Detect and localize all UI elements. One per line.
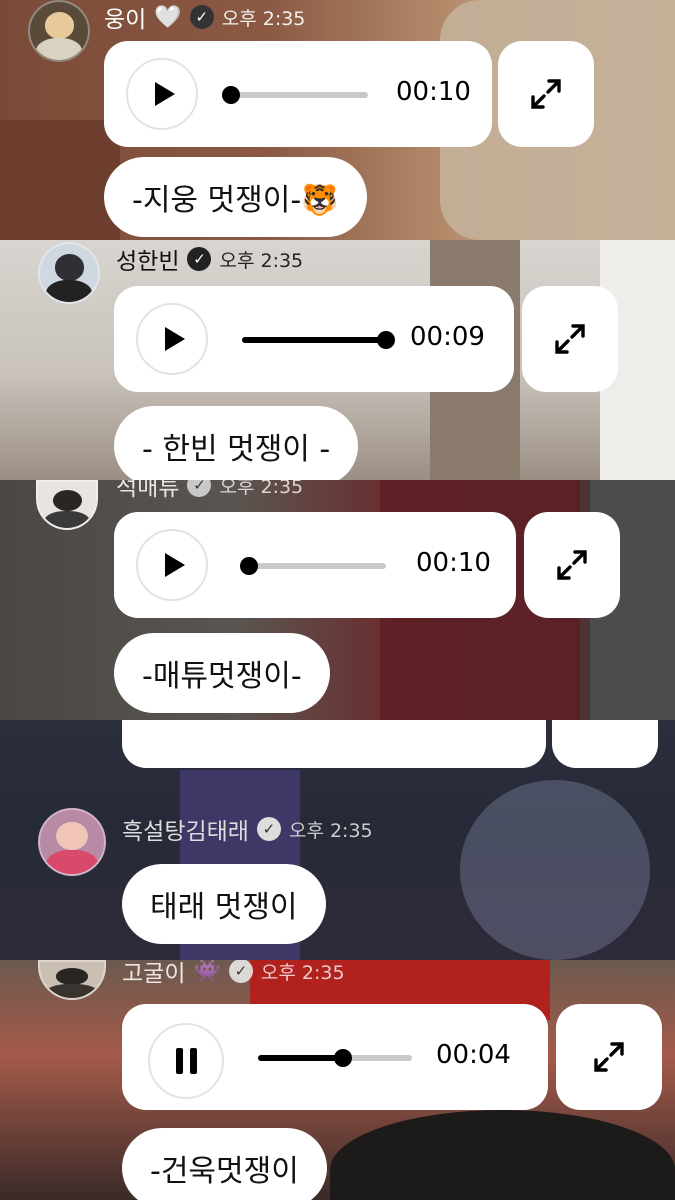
play-button[interactable]	[126, 58, 198, 130]
progress-knob[interactable]	[333, 1049, 352, 1067]
expand-button[interactable]	[522, 286, 618, 392]
expand-icon	[555, 324, 585, 354]
username[interactable]: 성한빈	[116, 242, 179, 276]
timestamp: 오후 2:35	[219, 249, 304, 272]
photo-background	[0, 120, 120, 240]
message-panel-4: 흑설탕김태래 ✓ 오후 2:35 태래 멋쟁이	[0, 720, 675, 960]
avatar[interactable]	[36, 480, 98, 530]
play-icon	[155, 82, 175, 106]
message-panel-2: 성한빈 ✓ 오후 2:35 00:09 - 한빈 멋쟁이 -	[0, 240, 675, 480]
duration: 00:04	[436, 1040, 511, 1070]
expand-icon	[557, 550, 587, 580]
avatar[interactable]	[38, 242, 100, 304]
verified-badge-icon: ✓	[187, 247, 212, 271]
play-icon	[165, 553, 185, 577]
voice-message-player[interactable]: 00:09	[114, 286, 514, 392]
expand-button[interactable]	[552, 720, 658, 768]
progress-track[interactable]	[222, 86, 368, 104]
voice-message-player[interactable]: 00:10	[104, 41, 492, 147]
photo-background	[460, 780, 650, 960]
message-header: 성한빈 ✓ 오후 2:35	[116, 242, 303, 276]
caption-bubble: -지웅 멋쟁이-🐯	[104, 157, 367, 237]
username[interactable]: 석매튜	[116, 480, 179, 502]
pause-icon	[175, 1048, 197, 1074]
expand-button[interactable]	[524, 512, 620, 618]
timestamp: 오후 2:35	[260, 961, 345, 984]
play-button[interactable]	[136, 303, 208, 375]
play-button[interactable]	[136, 529, 208, 601]
expand-button[interactable]	[498, 41, 594, 147]
progress-track[interactable]	[242, 331, 395, 349]
duration: 00:09	[410, 322, 485, 352]
play-icon	[165, 327, 185, 351]
verified-badge-icon: ✓	[228, 960, 253, 983]
voice-message-player[interactable]: 00:04	[122, 1004, 548, 1110]
timestamp: 오후 2:35	[219, 480, 304, 498]
voice-message-player[interactable]: 00:10	[114, 512, 516, 618]
progress-knob[interactable]	[240, 557, 259, 575]
message-panel-3: 석매튜 ✓ 오후 2:35 00:10 -매튜멋쟁이-	[0, 480, 675, 720]
username[interactable]: 웅이	[104, 0, 146, 34]
verified-badge-icon: ✓	[256, 817, 281, 841]
alien-emoji: 👾	[193, 960, 221, 984]
timestamp: 오후 2:35	[221, 7, 306, 30]
expand-icon	[594, 1042, 624, 1072]
expand-icon	[531, 79, 561, 109]
progress-track[interactable]	[240, 557, 386, 575]
verified-badge-icon: ✓	[189, 5, 214, 29]
timestamp: 오후 2:35	[288, 819, 373, 842]
voice-message-player[interactable]	[122, 720, 546, 768]
progress-knob[interactable]	[222, 86, 241, 104]
avatar[interactable]	[38, 960, 106, 1000]
username[interactable]: 흑설탕김태래	[122, 812, 249, 846]
pause-button[interactable]	[148, 1023, 224, 1099]
caption-bubble: -매튜멋쟁이-	[114, 633, 330, 713]
avatar[interactable]	[28, 0, 90, 62]
message-header: 흑설탕김태래 ✓ 오후 2:35	[122, 812, 373, 846]
caption-bubble: 태래 멋쟁이	[122, 864, 326, 944]
progress-fill	[242, 337, 386, 343]
verified-badge-icon: ✓	[187, 480, 212, 497]
message-header: 웅이 🤍 ✓ 오후 2:35	[104, 0, 305, 34]
duration: 00:10	[416, 548, 491, 578]
avatar[interactable]	[38, 808, 106, 876]
message-header: 고굴이 👾 ✓ 오후 2:35	[122, 960, 345, 988]
progress-track[interactable]	[258, 1049, 412, 1067]
progress-knob[interactable]	[377, 331, 395, 349]
expand-button[interactable]	[556, 1004, 662, 1110]
username[interactable]: 고굴이	[122, 960, 185, 988]
message-header: 석매튜 ✓ 오후 2:35	[116, 480, 303, 502]
progress-fill	[258, 1055, 343, 1061]
caption-bubble: - 한빈 멋쟁이 -	[114, 406, 359, 480]
caption-bubble: -건욱멋쟁이	[122, 1128, 327, 1200]
message-panel-5: 고굴이 👾 ✓ 오후 2:35 00:04 -건욱멋쟁이	[0, 960, 675, 1200]
heart-emoji: 🤍	[154, 4, 182, 30]
duration: 00:10	[396, 77, 471, 107]
message-panel-1: 웅이 🤍 ✓ 오후 2:35 00:10 -지웅 멋쟁이-🐯	[0, 0, 675, 240]
